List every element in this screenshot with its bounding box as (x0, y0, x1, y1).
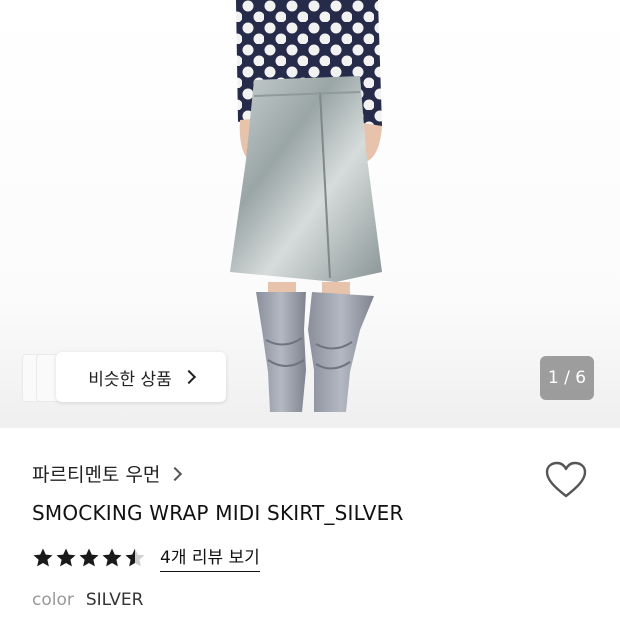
chevron-right-icon (168, 466, 183, 481)
similar-products-button[interactable]: 비슷한 상품 (56, 352, 226, 402)
star-icon (102, 548, 122, 566)
color-label: color (32, 590, 74, 610)
image-counter: 1 / 6 (540, 356, 594, 400)
product-image[interactable]: 비슷한 상품 1 / 6 (0, 0, 620, 428)
wishlist-heart-icon[interactable] (545, 461, 587, 499)
product-title: SMOCKING WRAP MIDI SKIRT_SILVER (32, 501, 404, 525)
brand-name: 파르티멘토 우먼 (32, 464, 161, 486)
star-icon (79, 548, 99, 566)
color-value: SILVER (85, 590, 144, 610)
star-rating (32, 547, 146, 569)
chevron-right-icon (181, 369, 196, 385)
star-icon (56, 548, 76, 566)
star-icon (125, 548, 145, 566)
color-option: color SILVER (32, 590, 143, 610)
review-link[interactable]: 4개 리뷰 보기 (160, 543, 260, 572)
star-icon (33, 548, 53, 566)
similar-products-label: 비슷한 상품 (88, 369, 172, 390)
rating-row: 4개 리뷰 보기 (32, 543, 260, 572)
brand-link[interactable]: 파르티멘토 우먼 (32, 460, 183, 487)
